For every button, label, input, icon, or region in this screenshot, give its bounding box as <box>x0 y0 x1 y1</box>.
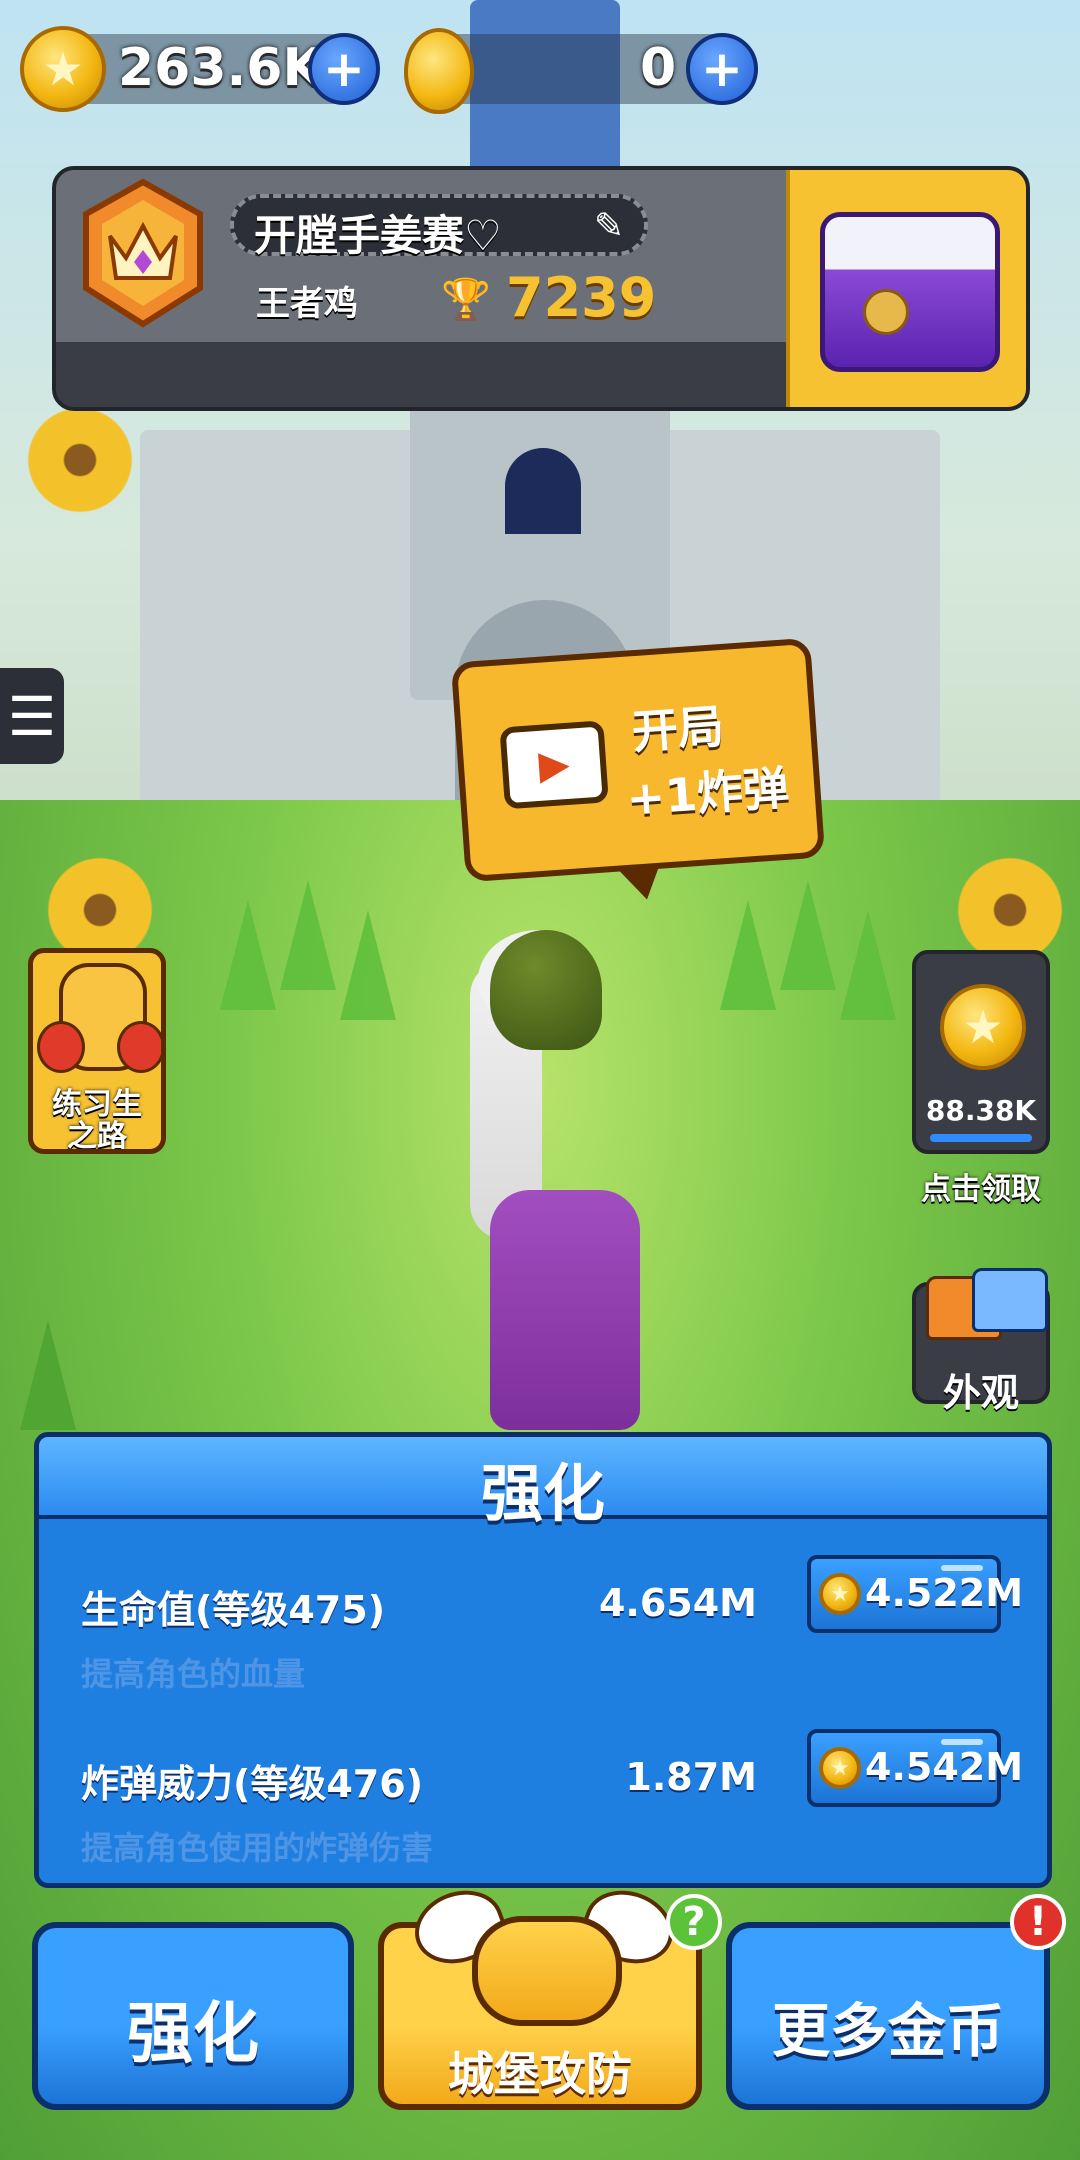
grass-tuft <box>840 910 896 1020</box>
trainee-road-button[interactable]: 练习生 之路 <box>28 948 166 1154</box>
upgrade-row-bomb-name: 炸弹威力(等级476) <box>81 1762 424 1806</box>
claim-amount: 88.38K <box>925 1094 1037 1127</box>
claim-label: 点击领取 <box>921 1172 1041 1207</box>
upgrade-row-bomb-value: 1.87M <box>625 1755 757 1799</box>
button-shine <box>941 1739 983 1745</box>
chest-lock <box>863 289 909 335</box>
gem-amount: 0 <box>640 38 677 98</box>
star-coin-icon: ★ <box>819 1747 861 1789</box>
treasure-chest-icon <box>820 212 1000 372</box>
boxing-glove <box>117 1021 161 1073</box>
exclamation-icon: ! <box>1010 1894 1066 1950</box>
trophy-icon: 🏆 <box>441 277 491 323</box>
grass-tuft <box>220 900 276 1010</box>
upgrade-row-health-desc: 提高角色的血量 <box>81 1655 306 1693</box>
profile-card[interactable]: 开膛手姜赛♡ ✎ 王者鸡 🏆 7239 <box>52 166 1030 411</box>
upgrade-panel-header: 强化 <box>39 1437 1047 1530</box>
grass-tuft <box>280 880 336 990</box>
appearance-label: 外观 <box>942 1371 1019 1415</box>
player-name-field[interactable]: 开膛手姜赛♡ ✎ <box>230 194 648 260</box>
appearance-button[interactable]: 外观 <box>912 1268 1050 1415</box>
upgrade-health-button[interactable]: ★ 4.522M <box>807 1555 1023 1633</box>
castle-defense-label: 城堡攻防 <box>448 2047 632 2101</box>
edit-pencil-icon[interactable]: ✎ <box>594 206 624 247</box>
crown-badge-icon <box>83 178 203 328</box>
grass-tuft <box>20 1320 76 1430</box>
window <box>505 448 581 534</box>
upgrade-health-cost: 4.522M <box>865 1571 1024 1615</box>
upgrade-tab-label: 强化 <box>127 1995 259 2072</box>
upgrade-tab-button[interactable]: 强化 <box>32 1922 354 2110</box>
upgrade-bomb-cost: 4.542M <box>865 1745 1024 1789</box>
player-rank: 王者鸡 <box>256 284 358 324</box>
button-shine <box>941 1565 983 1571</box>
more-coins-label: 更多金币 <box>771 1997 1004 2065</box>
video-play-icon: ▶ <box>499 720 609 810</box>
grass-tuft <box>340 910 396 1020</box>
upgrade-row-health-value: 4.654M <box>598 1581 757 1625</box>
bubble-text-start: 开局 <box>630 698 726 760</box>
player-name: 开膛手姜赛♡ <box>254 211 502 260</box>
grass-tuft <box>720 900 776 1010</box>
gamepad-icon <box>472 1916 622 2026</box>
upgrade-row-health-name: 生命值(等级475) <box>81 1588 386 1632</box>
flower <box>20 400 140 520</box>
claim-progress-bar <box>930 1134 1032 1142</box>
upgrade-panel: 强化 生命值(等级475) 提高角色的血量 4.654M ★ 4.522M 炸弹… <box>34 1432 1052 1888</box>
menu-button[interactable]: ☰ <box>0 668 64 764</box>
upgrade-panel-title: 强化 <box>480 1457 605 1530</box>
coin-amount: 263.6K <box>118 38 323 98</box>
plus-icon: + <box>701 40 743 98</box>
bubble-text-bomb: +1炸弹 <box>624 760 791 826</box>
video-bonus-bubble[interactable]: ▶ 开局 +1炸弹 <box>450 637 826 883</box>
star-coin-icon: ★ <box>940 984 1026 1070</box>
more-coins-button[interactable]: 更多金币 ! <box>726 1894 1066 2110</box>
plus-icon: + <box>323 40 365 98</box>
star-coin-icon: ★ <box>20 26 106 112</box>
boxing-glove <box>37 1021 85 1073</box>
star-coin-icon: ★ <box>819 1573 861 1615</box>
gem-egg-icon <box>404 28 474 114</box>
question-icon[interactable]: ? <box>666 1894 722 1950</box>
treasure-chest-button[interactable] <box>786 170 1026 407</box>
upgrade-bomb-button[interactable]: ★ 4.542M <box>807 1729 1023 1807</box>
upgrade-row-bomb-desc: 提高角色使用的炸弹伤害 <box>81 1829 434 1867</box>
grass-tuft <box>780 880 836 990</box>
character-suit <box>490 1190 640 1430</box>
character-hair <box>490 930 602 1050</box>
trainee-label: 练习生 之路 <box>52 1087 142 1154</box>
trophy-count: 7239 <box>506 266 657 329</box>
clothes-icon <box>972 1268 1048 1332</box>
menu-icon: ☰ <box>7 684 57 748</box>
add-coins-button[interactable]: + <box>308 33 380 105</box>
castle-defense-button[interactable]: 城堡攻防 ? <box>378 1878 722 2110</box>
coin-claim-button[interactable]: ★ 88.38K <box>912 950 1050 1154</box>
add-gems-button[interactable]: + <box>686 33 758 105</box>
